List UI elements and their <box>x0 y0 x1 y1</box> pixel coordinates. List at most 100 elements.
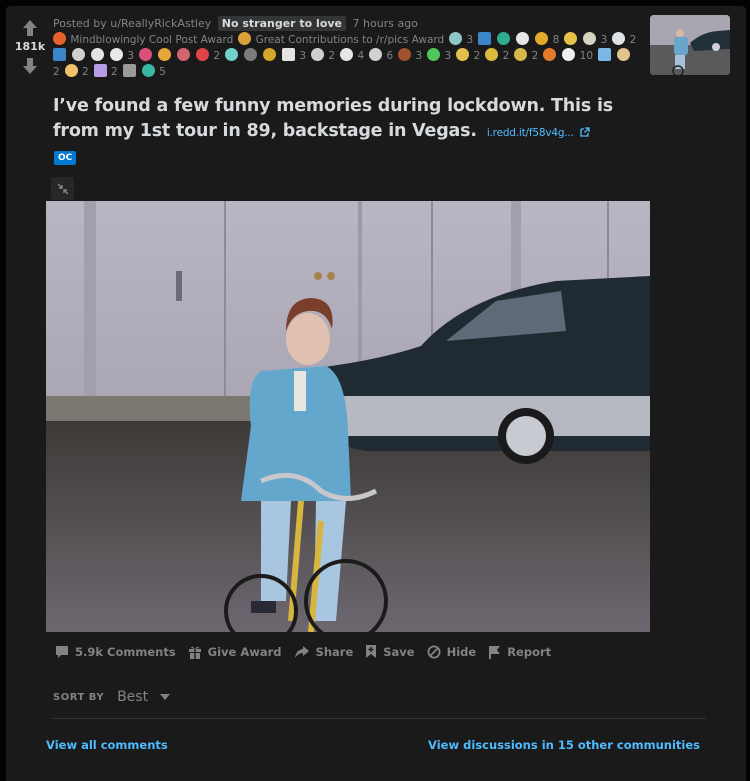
award-count: 3 <box>296 50 307 62</box>
post-domain-text: i.redd.it/f58v4g... <box>486 127 574 139</box>
award-count: 3 <box>441 50 452 62</box>
sun-award-icon <box>456 48 470 61</box>
post-card: 181k Posted by u/ReallyRickAstley No str… <box>6 6 746 781</box>
heart-award-icon <box>139 48 153 61</box>
collapse-media-button[interactable] <box>51 177 74 200</box>
comment-sort: SORT BY Best <box>53 689 171 705</box>
bear-award-icon <box>398 48 412 61</box>
award-count: 6 <box>383 50 394 62</box>
clapping-award-icon <box>564 32 578 45</box>
posted-by-label: Posted by <box>53 17 107 30</box>
save-button[interactable]: Save <box>360 640 419 663</box>
share-arrow-icon <box>294 645 309 658</box>
upvote-button[interactable] <box>12 18 48 38</box>
skull-award-icon <box>72 48 85 61</box>
love-heart-award-icon <box>196 48 210 61</box>
give-award-button[interactable]: Give Award <box>183 641 287 663</box>
vote-score: 181k <box>14 40 46 53</box>
seal-award-icon <box>340 48 354 61</box>
globe-award-icon <box>449 32 463 45</box>
framed-snoo-award-icon <box>122 64 136 77</box>
bot-award-icon <box>141 64 155 77</box>
post-thumbnail[interactable] <box>650 15 730 75</box>
post-meta: Posted by u/ReallyRickAstley No stranger… <box>53 16 643 80</box>
mic-drop-award-icon <box>244 48 258 61</box>
report-label: Report <box>507 644 552 659</box>
crown-award-icon <box>238 32 252 45</box>
comments-divider <box>53 718 706 719</box>
vote-column: 181k <box>12 18 48 76</box>
award-count: 2 <box>325 50 336 62</box>
cow-award-icon <box>516 32 530 45</box>
bookmark-icon <box>366 645 377 658</box>
hug-award-icon <box>543 48 557 61</box>
view-other-discussions-link[interactable]: View discussions in 15 other communities <box>428 738 700 752</box>
skeleton-award-icon <box>583 32 597 45</box>
up-arrow-award-icon <box>514 48 528 61</box>
downvote-button[interactable] <box>12 56 48 76</box>
i-award-icon <box>478 32 492 45</box>
lion-award-icon <box>263 48 277 61</box>
share-label: Share <box>315 644 354 659</box>
sort-by-label: SORT BY <box>53 691 105 703</box>
post-flair-oc[interactable]: OC <box>54 151 77 165</box>
award-count: 8 <box>549 34 560 46</box>
dinosaur-award-icon <box>427 48 441 61</box>
award-count: 2 <box>470 50 481 62</box>
awards-list[interactable]: Mindblowingly Cool Post Award Great Cont… <box>53 32 643 80</box>
award-count: 2 <box>626 34 637 46</box>
external-link-icon <box>580 127 590 137</box>
frog-award-icon <box>497 32 511 45</box>
wholesome-award-icon <box>64 64 78 77</box>
upvote-arrow-icon <box>23 20 37 36</box>
rocket-like-award-icon <box>91 48 104 61</box>
laugh-award-icon <box>485 48 499 61</box>
save-label: Save <box>383 644 415 659</box>
award-count: 2 <box>107 66 118 78</box>
chevron-down-icon[interactable] <box>160 694 171 700</box>
collapse-arrows-icon <box>57 183 68 194</box>
report-button[interactable]: Report <box>483 641 556 663</box>
post-image[interactable] <box>46 201 650 632</box>
mindblowingly-cool-award-icon <box>53 32 66 45</box>
sort-dropdown-value[interactable]: Best <box>117 689 148 705</box>
award-count: 2 <box>78 66 89 78</box>
award-label: Mindblowingly Cool Post Award <box>67 34 234 46</box>
f-award-icon <box>282 48 296 61</box>
s-award-icon <box>369 48 383 61</box>
thumbnail-image <box>650 15 730 75</box>
downvote-arrow-icon <box>23 58 37 74</box>
pixel-award-icon <box>93 64 107 77</box>
post-domain-link[interactable]: i.redd.it/f58v4g... <box>487 127 590 139</box>
comments-label: 5.9k Comments <box>75 644 176 659</box>
post-title[interactable]: I’ve found a few funny memories during l… <box>53 94 653 146</box>
cozy-award-icon <box>598 48 612 61</box>
snoo-award-icon <box>562 48 576 61</box>
post-byline: Posted by u/ReallyRickAstley No stranger… <box>53 16 643 32</box>
hide-circle-slash-icon <box>427 645 441 658</box>
award-count: 10 <box>576 50 594 62</box>
award-count: 2 <box>499 50 510 62</box>
award-count: 3 <box>463 34 474 46</box>
hide-button[interactable]: Hide <box>422 641 482 663</box>
award-count: 3 <box>124 50 135 62</box>
view-all-comments-link[interactable]: View all comments <box>46 738 168 752</box>
award-count: 3 <box>412 50 423 62</box>
post-time-link[interactable]: 7 hours ago <box>353 17 418 30</box>
scroll-award-icon <box>617 48 631 61</box>
award-label: Great Contributions to /r/pics Award <box>252 34 445 46</box>
award-count: 2 <box>53 66 60 78</box>
award-count: 5 <box>155 66 166 78</box>
award-count: 2 <box>210 50 221 62</box>
comment-bubble-icon <box>56 645 68 658</box>
snoo-cop-award-icon <box>612 32 626 45</box>
share-button[interactable]: Share <box>289 641 359 663</box>
snoo-burst-award-icon <box>225 48 239 61</box>
p-award-icon <box>53 48 66 61</box>
post-photo <box>46 201 650 632</box>
author-link[interactable]: u/ReallyRickAstley <box>110 17 211 30</box>
comments-button[interactable]: 5.9k Comments <box>50 641 181 663</box>
award-count: 2 <box>528 50 539 62</box>
hide-label: Hide <box>446 644 477 659</box>
award-count: 3 <box>597 34 608 46</box>
